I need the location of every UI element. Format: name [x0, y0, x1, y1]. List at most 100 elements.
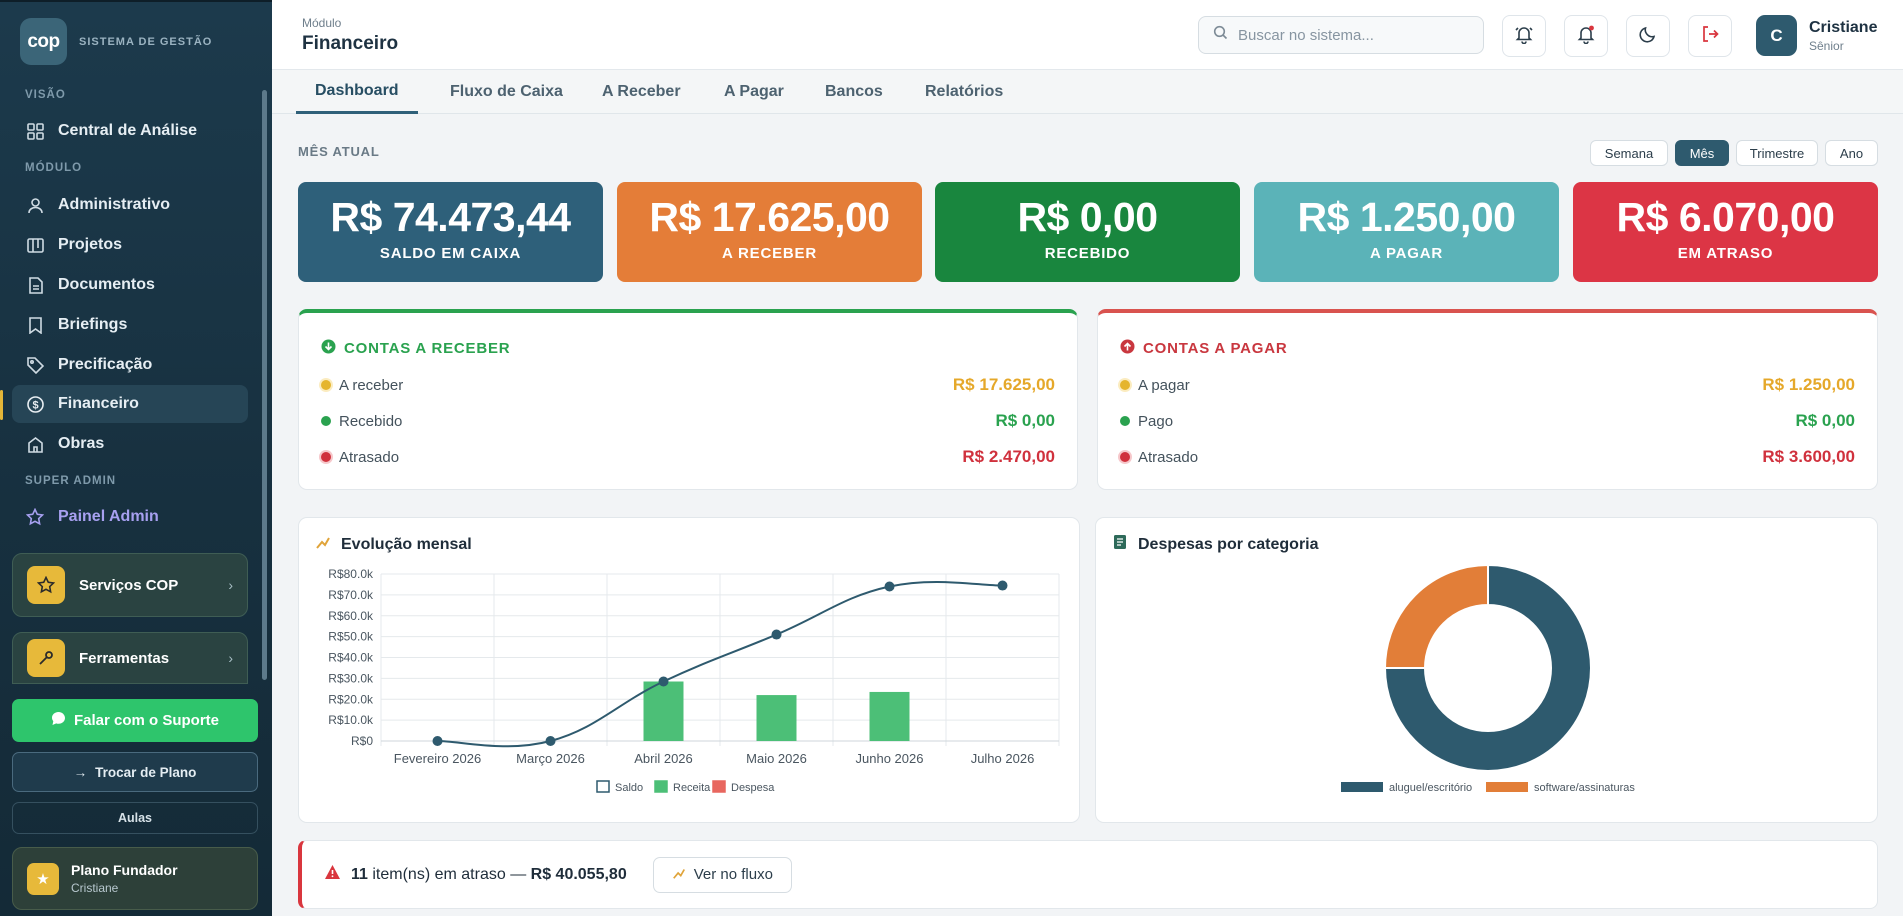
ledger-icon: [1112, 534, 1128, 555]
contas-pagar-panel: CONTAS A PAGAR A pagar R$ 1.250,00 Pago …: [1097, 309, 1878, 490]
kpi-a-pagar[interactable]: R$ 1.250,00 A PAGAR: [1254, 182, 1559, 282]
legend-swatch: [596, 780, 610, 793]
row-value: R$ 17.625,00: [952, 375, 1055, 394]
contas-receber-panel: CONTAS A RECEBER A receber R$ 17.625,00 …: [298, 309, 1078, 490]
star-icon: [27, 566, 65, 604]
x-tick-label: Fevereiro 2026: [394, 751, 481, 766]
plan-card[interactable]: ★ Plano Fundador Cristiane: [12, 847, 258, 910]
kpi-a-receber[interactable]: R$ 17.625,00 A RECEBER: [617, 182, 922, 282]
bell-ring-icon: [1514, 24, 1534, 49]
logout-button[interactable]: [1688, 15, 1732, 57]
status-dot: [321, 380, 331, 390]
receber-row-atrasado: Atrasado R$ 2.470,00: [321, 447, 1055, 467]
dollar-circle-icon: $: [26, 395, 44, 413]
theme-toggle-button[interactable]: [1626, 15, 1670, 57]
kpi-recebido[interactable]: R$ 0,00 RECEBIDO: [935, 182, 1240, 282]
chevron-right-icon: ›: [228, 650, 233, 666]
sidebar-item-documentos[interactable]: Documentos: [12, 266, 248, 304]
plan-user: Cristiane: [71, 881, 119, 895]
sidebar-item-central-analise[interactable]: Central de Análise: [12, 112, 248, 150]
tab-a-pagar[interactable]: A Pagar: [724, 70, 784, 114]
brand[interactable]: cop SISTEMA DE GESTÃO: [20, 18, 212, 65]
despesas-title: Despesas por categoria: [1112, 534, 1319, 555]
evolucao-chart: R$0 R$10.0k R$20.0k R$30.0k R$40.0k R$50.0k R$…: [328, 567, 1060, 794]
period-semana[interactable]: Semana: [1590, 140, 1668, 166]
sidebar-item-briefings[interactable]: Briefings: [12, 306, 248, 344]
kpi-saldo-em-caixa[interactable]: R$ 74.473,44 SALDO EM CAIXA: [298, 182, 603, 282]
x-tick-label: Abril 2026: [634, 751, 693, 766]
aulas-button[interactable]: Aulas: [12, 802, 258, 834]
contas-receber-title: CONTAS A RECEBER: [321, 339, 510, 358]
tab-a-receber[interactable]: A Receber: [602, 70, 681, 114]
plan-name: Plano Fundador: [71, 862, 178, 878]
notification-settings-button[interactable]: [1502, 15, 1546, 57]
servicos-cop-card[interactable]: Serviços COP ›: [12, 553, 248, 617]
point-saldo: [432, 736, 443, 746]
tab-fluxo-de-caixa[interactable]: Fluxo de Caixa: [450, 70, 563, 114]
slice-1: [1383, 563, 1489, 669]
svg-text:$: $: [32, 399, 38, 411]
kpi-value: R$ 0,00: [1017, 194, 1158, 240]
y-tick-label: R$50.0k: [328, 630, 374, 644]
receber-row-a-receber: A receber R$ 17.625,00: [321, 375, 1055, 395]
y-tick-label: R$10.0k: [328, 713, 374, 727]
chart-title: Despesas por categoria: [1138, 535, 1319, 553]
sidebar-item-label: Documentos: [58, 276, 155, 293]
check-icon: [1120, 416, 1130, 426]
tab-bancos[interactable]: Bancos: [825, 70, 883, 114]
sidebar-scrollbar[interactable]: [262, 90, 267, 680]
section-super-admin: SUPER ADMIN: [25, 475, 117, 487]
legend-swatch: [712, 780, 726, 793]
sidebar-item-label: Projetos: [58, 236, 123, 253]
period-mes[interactable]: Mês: [1675, 140, 1729, 166]
sidebar-item-painel-admin[interactable]: Painel Admin: [12, 498, 248, 536]
y-tick-label: R$30.0k: [328, 671, 374, 685]
legend-label: software/assinaturas: [1534, 782, 1635, 794]
ferramentas-card[interactable]: Ferramentas ›: [12, 632, 248, 684]
sidebar: cop SISTEMA DE GESTÃO VISÃO Central de A…: [0, 0, 272, 916]
tab-dashboard[interactable]: Dashboard: [296, 70, 418, 114]
ver-no-fluxo-button[interactable]: Ver no fluxo: [652, 856, 792, 893]
sidebar-item-label: Central de Análise: [58, 122, 198, 139]
section-modulo: MÓDULO: [25, 162, 83, 174]
logout-icon: [1700, 24, 1720, 49]
x-tick-label: Maio 2026: [746, 751, 807, 766]
section-visao: VISÃO: [25, 89, 66, 101]
tag-icon: [26, 356, 44, 374]
sidebar-item-projetos[interactable]: Projetos: [12, 226, 248, 264]
sidebar-item-administrativo[interactable]: Administrativo: [12, 186, 248, 224]
row-label: Pago: [1138, 412, 1174, 430]
pagar-row-a-pagar: A pagar R$ 1.250,00: [1120, 375, 1855, 395]
support-button[interactable]: Falar com o Suporte: [12, 699, 258, 742]
row-value: R$ 0,00: [1795, 411, 1855, 430]
chevron-right-icon: ›: [228, 577, 233, 593]
legend-swatch: [1486, 782, 1528, 792]
search-box[interactable]: [1198, 16, 1484, 54]
search-input[interactable]: [1238, 26, 1469, 44]
panel-title-text: CONTAS A RECEBER: [344, 340, 511, 357]
notifications-button[interactable]: [1564, 15, 1608, 57]
status-dot: [321, 452, 331, 462]
sidebar-item-obras[interactable]: Obras: [12, 425, 248, 463]
sidebar-item-financeiro[interactable]: $ Financeiro: [12, 385, 248, 423]
kpi-em-atraso[interactable]: R$ 6.070,00 EM ATRASO: [1573, 182, 1878, 282]
warning-icon: [324, 864, 341, 885]
ver-no-fluxo-label: Ver no fluxo: [693, 866, 773, 883]
x-tick-label: Junho 2026: [856, 751, 924, 766]
legend-label: Saldo: [615, 782, 643, 794]
brand-name: SISTEMA DE GESTÃO: [79, 35, 213, 48]
tab-relatorios[interactable]: Relatórios: [925, 70, 1003, 114]
sidebar-item-precificacao[interactable]: Precificação: [12, 346, 248, 384]
star-icon: ★: [27, 862, 59, 895]
chat-icon: [51, 711, 66, 730]
row-label: Atrasado: [339, 448, 400, 466]
change-plan-button[interactable]: → Trocar de Plano: [12, 752, 258, 792]
document-icon: [26, 276, 44, 294]
module-heading: Módulo Financeiro: [302, 16, 398, 55]
row-label: A pagar: [1138, 376, 1190, 394]
building-icon: [26, 435, 44, 453]
sidebar-item-label: Administrativo: [58, 196, 171, 213]
period-ano[interactable]: Ano: [1825, 140, 1878, 166]
user-menu[interactable]: C Cristiane Sênior: [1756, 15, 1877, 56]
period-trimestre[interactable]: Trimestre: [1736, 140, 1818, 166]
